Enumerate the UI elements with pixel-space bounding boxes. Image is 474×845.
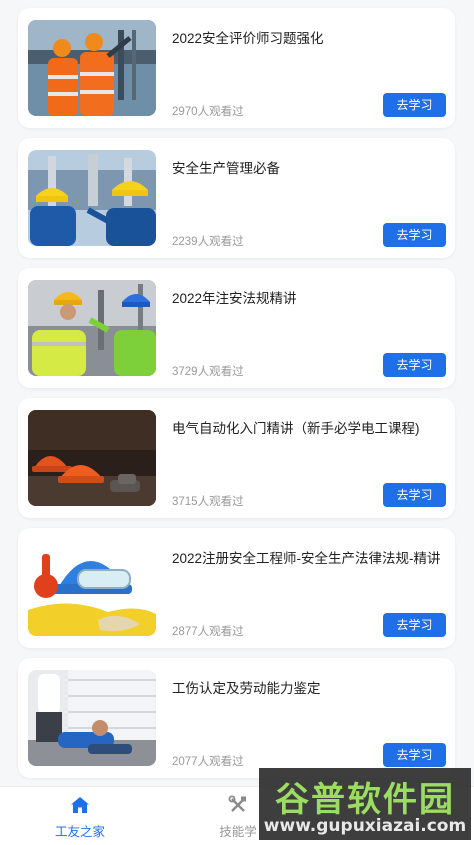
home-icon [70,795,90,815]
safety-gear-helmet-goggles-image [28,540,156,636]
course-thumbnail[interactable] [28,20,156,116]
view-count: 3715人观看过 [172,496,244,508]
view-count: 2077人观看过 [172,756,244,768]
watermark-logo: 谷普软件园 [275,780,455,820]
watermark: 谷普软件园 www.gupuxiazai.com [259,768,471,840]
tools-icon [228,795,248,815]
course-card[interactable]: 电气自动化入门精讲（新手必学电工课程) 3715人观看过 去学习 [18,398,455,518]
study-button[interactable]: 去学习 [383,93,446,117]
course-title[interactable]: 2022年注安法规精讲 [172,290,442,308]
course-card[interactable]: 2022年注安法规精讲 3729人观看过 去学习 [18,268,455,388]
orange-hardhats-image [28,410,156,506]
study-button[interactable]: 去学习 [383,223,446,247]
workers-hardhats-plant-image [28,150,156,246]
view-count: 3729人观看过 [172,366,244,378]
study-button[interactable]: 去学习 [383,613,446,637]
course-thumbnail[interactable] [28,410,156,506]
course-thumbnail[interactable] [28,670,156,766]
workers-yellow-blue-helmets-image [28,280,156,376]
tab-home-label: 工友之家 [54,825,105,839]
course-card[interactable]: 工伤认定及劳动能力鉴定 2077人观看过 去学习 [18,658,455,778]
course-title[interactable]: 安全生产管理必备 [172,160,442,178]
study-button[interactable]: 去学习 [383,483,446,507]
course-card[interactable]: 2022安全评价师习题强化 2970人观看过 去学习 [18,8,455,128]
injured-worker-image [28,670,156,766]
view-count: 2970人观看过 [172,106,244,118]
course-title[interactable]: 2022注册安全工程师-安全生产法律法规-精讲 [172,550,442,568]
course-card[interactable]: 2022注册安全工程师-安全生产法律法规-精讲 2877人观看过 去学习 [18,528,455,648]
course-title[interactable]: 2022安全评价师习题强化 [172,30,442,48]
course-thumbnail[interactable] [28,280,156,376]
course-thumbnail[interactable] [28,150,156,246]
course-card[interactable]: 安全生产管理必备 2239人观看过 去学习 [18,138,455,258]
workers-safety-vests-image [28,20,156,116]
course-thumbnail[interactable] [28,540,156,636]
tab-home[interactable]: 工友之家 [20,787,140,845]
study-button[interactable]: 去学习 [383,353,446,377]
view-count: 2877人观看过 [172,626,244,638]
course-title[interactable]: 电气自动化入门精讲（新手必学电工课程) [172,420,442,438]
course-title[interactable]: 工伤认定及劳动能力鉴定 [172,680,442,698]
study-button[interactable]: 去学习 [383,743,446,767]
watermark-url: www.gupuxiazai.com [263,816,467,836]
view-count: 2239人观看过 [172,236,244,248]
